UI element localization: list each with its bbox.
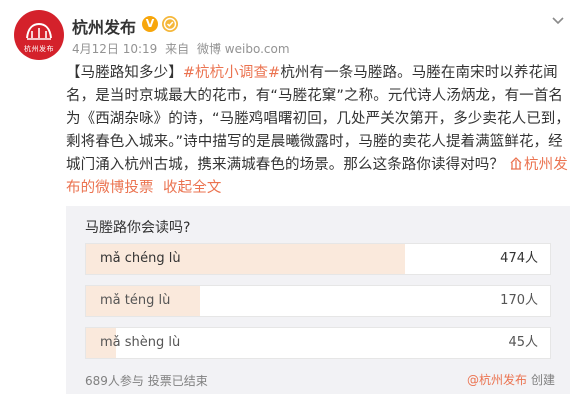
verified-v-icon[interactable]: V xyxy=(142,16,158,32)
poll-status: 投票已结束 xyxy=(147,374,208,388)
collapse-link[interactable]: 收起全文 xyxy=(163,180,221,196)
account-name[interactable]: 杭州发布 xyxy=(72,14,136,38)
poll-creator-suffix: 创建 xyxy=(530,373,555,387)
poll-option-2[interactable]: mǎ téng lù 170人 xyxy=(85,285,551,317)
chevron-down-icon[interactable] xyxy=(550,12,566,28)
poll-option-3-label: mǎ shèng lù xyxy=(100,335,181,350)
source-prefix: 来自 xyxy=(165,42,190,56)
post-timestamp[interactable]: 4月12日 10:19 xyxy=(72,42,157,56)
poll-option-2-label: mǎ téng lù xyxy=(100,293,171,308)
hashtag-link[interactable]: #杭杭小调查# xyxy=(183,65,281,81)
poll-option-3-count: 45人 xyxy=(508,335,538,350)
poll-creator-link[interactable]: @杭州发布 xyxy=(467,373,527,387)
poll-creator: @杭州发布 创建 xyxy=(467,371,555,388)
poll-participants: 689人参与 xyxy=(85,374,144,388)
gold-badge-icon[interactable] xyxy=(161,15,179,33)
post-text-body: 杭州有一条马塍路。马塍在南宋时以养花闻名，是当时京城最大的花市，有“马塍花窠”之… xyxy=(66,65,571,173)
avatar-caption: 杭州发布 xyxy=(24,45,54,53)
poll-option-1[interactable]: mǎ chéng lù 474人 xyxy=(85,243,551,275)
poll-option-3[interactable]: mǎ shèng lù 45人 xyxy=(85,327,551,359)
poll-option-2-count: 170人 xyxy=(500,293,538,308)
avatar[interactable]: 杭州发布 xyxy=(14,10,64,60)
poll-footer: 689人参与 投票已结束 xyxy=(85,372,208,389)
post-text: 【马塍路知多少】#杭杭小调查#杭州有一条马塍路。马塍在南宋时以养花闻名，是当时京… xyxy=(66,62,570,200)
location-pin-icon xyxy=(510,157,522,170)
post-text-title: 【马塍路知多少】 xyxy=(66,65,183,81)
poll-option-1-label: mǎ chéng lù xyxy=(100,251,181,266)
poll-card: 马塍路你会读吗? mǎ chéng lù 474人 mǎ téng lù 170… xyxy=(66,206,570,394)
post-meta: 4月12日 10:19 来自 微博 weibo.com xyxy=(72,40,294,57)
poll-question: 马塍路你会读吗? xyxy=(85,220,191,236)
post-source[interactable]: 微博 weibo.com xyxy=(197,42,290,56)
poll-option-1-count: 474人 xyxy=(500,251,538,266)
city-seal-logo xyxy=(26,22,52,40)
post-header: 杭州发布 杭州发布 V 4月12日 10:19 来自 微博 weibo.com xyxy=(14,10,566,64)
